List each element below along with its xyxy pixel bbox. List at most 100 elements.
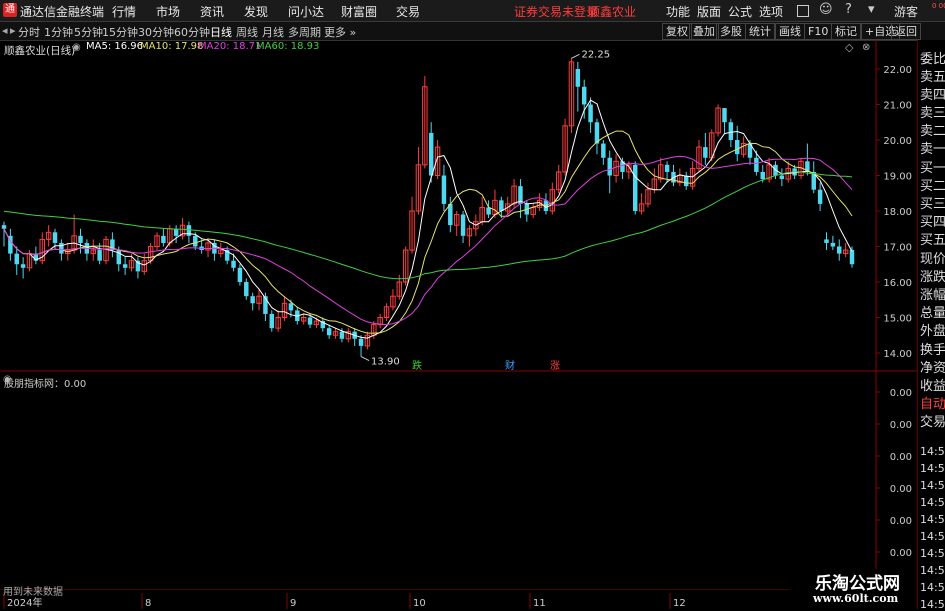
stock-name: 顺鑫农业: [588, 5, 637, 19]
period-10[interactable]: 更多 »: [324, 24, 356, 40]
candle-body-122: [779, 175, 785, 180]
tool-2[interactable]: 多股: [716, 23, 746, 40]
menu-market[interactable]: 市场: [156, 3, 180, 20]
chart-settings-icon[interactable]: ◉: [72, 42, 81, 53]
scroll-left-icon[interactable]: ◂: [2, 24, 8, 37]
menu-formula[interactable]: 公式: [728, 3, 752, 20]
login-notice[interactable]: 证券交易未登录: [514, 3, 598, 20]
panel-time-1: 14:5: [920, 462, 945, 475]
panel-item-20[interactable]: 交易: [920, 411, 945, 430]
panel-item-1: 卖五: [920, 70, 945, 85]
chart-area[interactable]: 22.00 21.00 20.00 19.00 18.00 17.00 16.00 15.00…: [0, 40, 917, 609]
candle-body-36: [231, 260, 236, 268]
candle-body-91: [581, 86, 587, 105]
candle-body-37: [237, 267, 243, 282]
low-annotation: 13.90: [371, 357, 400, 368]
user-icon[interactable]: ☺: [819, 2, 833, 17]
ind-tick-label-3: 0.00: [890, 484, 912, 495]
panel-item-10: 买五: [920, 233, 945, 248]
menu-trade[interactable]: 交易: [396, 3, 420, 20]
candle-body-19: [122, 264, 128, 268]
app-title: 通达信金融终端: [20, 5, 105, 19]
tool-0[interactable]: 复权: [662, 23, 692, 40]
high-annotation: 22.25: [581, 49, 610, 60]
menu-discover[interactable]: 发现: [244, 3, 268, 20]
period-0[interactable]: 分时: [18, 24, 40, 40]
candle-body-118: [754, 157, 759, 172]
period-2[interactable]: 5分钟: [74, 24, 103, 40]
candle-body-129: [824, 239, 829, 243]
guest-user[interactable]: 游客: [894, 3, 918, 20]
panel-item-6: 买一: [920, 161, 945, 176]
ma-legend-3: MA60: 18.93: [256, 41, 320, 52]
tool-5[interactable]: F10: [804, 23, 833, 40]
tool-4[interactable]: 画线: [775, 23, 805, 40]
candle-body-72: [460, 214, 466, 236]
period-4[interactable]: 30分钟: [138, 24, 174, 40]
menu-function[interactable]: 功能: [666, 3, 690, 20]
dropdown-icon[interactable]: ▾: [868, 2, 875, 17]
panel-item-15: 外盘: [920, 324, 945, 339]
ma10-line: [3, 130, 853, 334]
candle-body-45: [288, 303, 294, 311]
period-7[interactable]: 周线: [236, 24, 258, 40]
menu-layout[interactable]: 版面: [697, 3, 721, 20]
candle-body-69: [441, 175, 447, 204]
period-8[interactable]: 月线: [262, 24, 284, 40]
scroll-right-icon[interactable]: ▸: [10, 24, 16, 37]
candle-body-38: [244, 282, 249, 297]
low-annotation-pointer: [360, 356, 370, 361]
panel-item-17: 净资: [920, 361, 945, 376]
panel-item-9: 买四: [920, 215, 945, 230]
candle-body-94: [601, 143, 606, 158]
candle-body-15: [97, 250, 102, 261]
period-5[interactable]: 60分钟: [174, 24, 210, 40]
time-axis-bg: [0, 590, 917, 609]
ytick-label-5: 17.00: [883, 243, 912, 254]
window-box-icon[interactable]: [797, 5, 809, 17]
panel-item-12: 涨跌: [920, 270, 945, 285]
watermark-url: www.60lt.com: [813, 592, 899, 605]
candle-body-9: [59, 242, 64, 254]
tool-6[interactable]: 标记: [831, 23, 861, 40]
period-3[interactable]: 15分钟: [102, 24, 138, 40]
menu-options[interactable]: 选项: [759, 3, 783, 20]
ytick-label-7: 15.00: [883, 314, 912, 325]
candle-body-2: [14, 253, 19, 265]
period-9[interactable]: 多周期: [288, 24, 321, 40]
period-6[interactable]: 日线: [210, 24, 232, 40]
menu-ask[interactable]: 问小达: [288, 3, 324, 20]
quote-side-panel: 0 000 委比卖五卖四卖三卖二卖一买一买二买三买四买五现价涨跌涨幅总量外盘换手净…: [917, 2, 945, 611]
chart-options-icon[interactable]: ◇: [845, 41, 853, 54]
panel-item-11: 现价: [920, 252, 945, 267]
menu-wealth[interactable]: 财富圈: [341, 3, 377, 20]
panel-item-19[interactable]: 自动: [920, 393, 945, 412]
ytick-label-0: 22.00: [883, 65, 912, 76]
tool-1[interactable]: 叠加: [689, 23, 719, 40]
menu-quotes[interactable]: 行情: [112, 3, 136, 20]
panel-item-3: 卖三: [920, 106, 945, 121]
tool-3[interactable]: 统计: [745, 23, 775, 40]
ytick-label-4: 18.00: [883, 207, 912, 218]
panel-time-0: 14:5: [920, 445, 945, 458]
panel-item-0: 委比: [920, 52, 945, 67]
signal-marker-0: 跌: [412, 359, 422, 372]
period-toolbar: ◂ ▸ 分时 1分钟 5分钟 15分钟 30分钟 60分钟 日线 周线 月线 多周期 更多 » 复权…: [0, 22, 945, 41]
ind-tick-label-4: 0.00: [890, 516, 912, 527]
help-icon[interactable]: ?: [845, 2, 852, 17]
candle-body-104: [664, 164, 670, 172]
period-1[interactable]: 1分钟: [44, 24, 73, 40]
ma5-line: [3, 99, 853, 339]
candle-body-8: [52, 232, 58, 243]
candle-body-99: [632, 164, 638, 211]
ma-legend-2: MA20: 18.71: [198, 41, 262, 52]
menu-news[interactable]: 资讯: [200, 3, 224, 20]
chart-title: 顺鑫农业(日线): [4, 45, 76, 57]
panel-item-4: 卖二: [920, 124, 945, 139]
chart-close-icon[interactable]: ⊗: [862, 42, 870, 53]
tool-8[interactable]: 返回: [891, 23, 921, 40]
candle-body-92: [588, 104, 593, 123]
signal-marker-2: 涨: [550, 360, 560, 372]
candle-body-114: [728, 122, 734, 140]
ytick-label-3: 19.00: [883, 172, 912, 183]
